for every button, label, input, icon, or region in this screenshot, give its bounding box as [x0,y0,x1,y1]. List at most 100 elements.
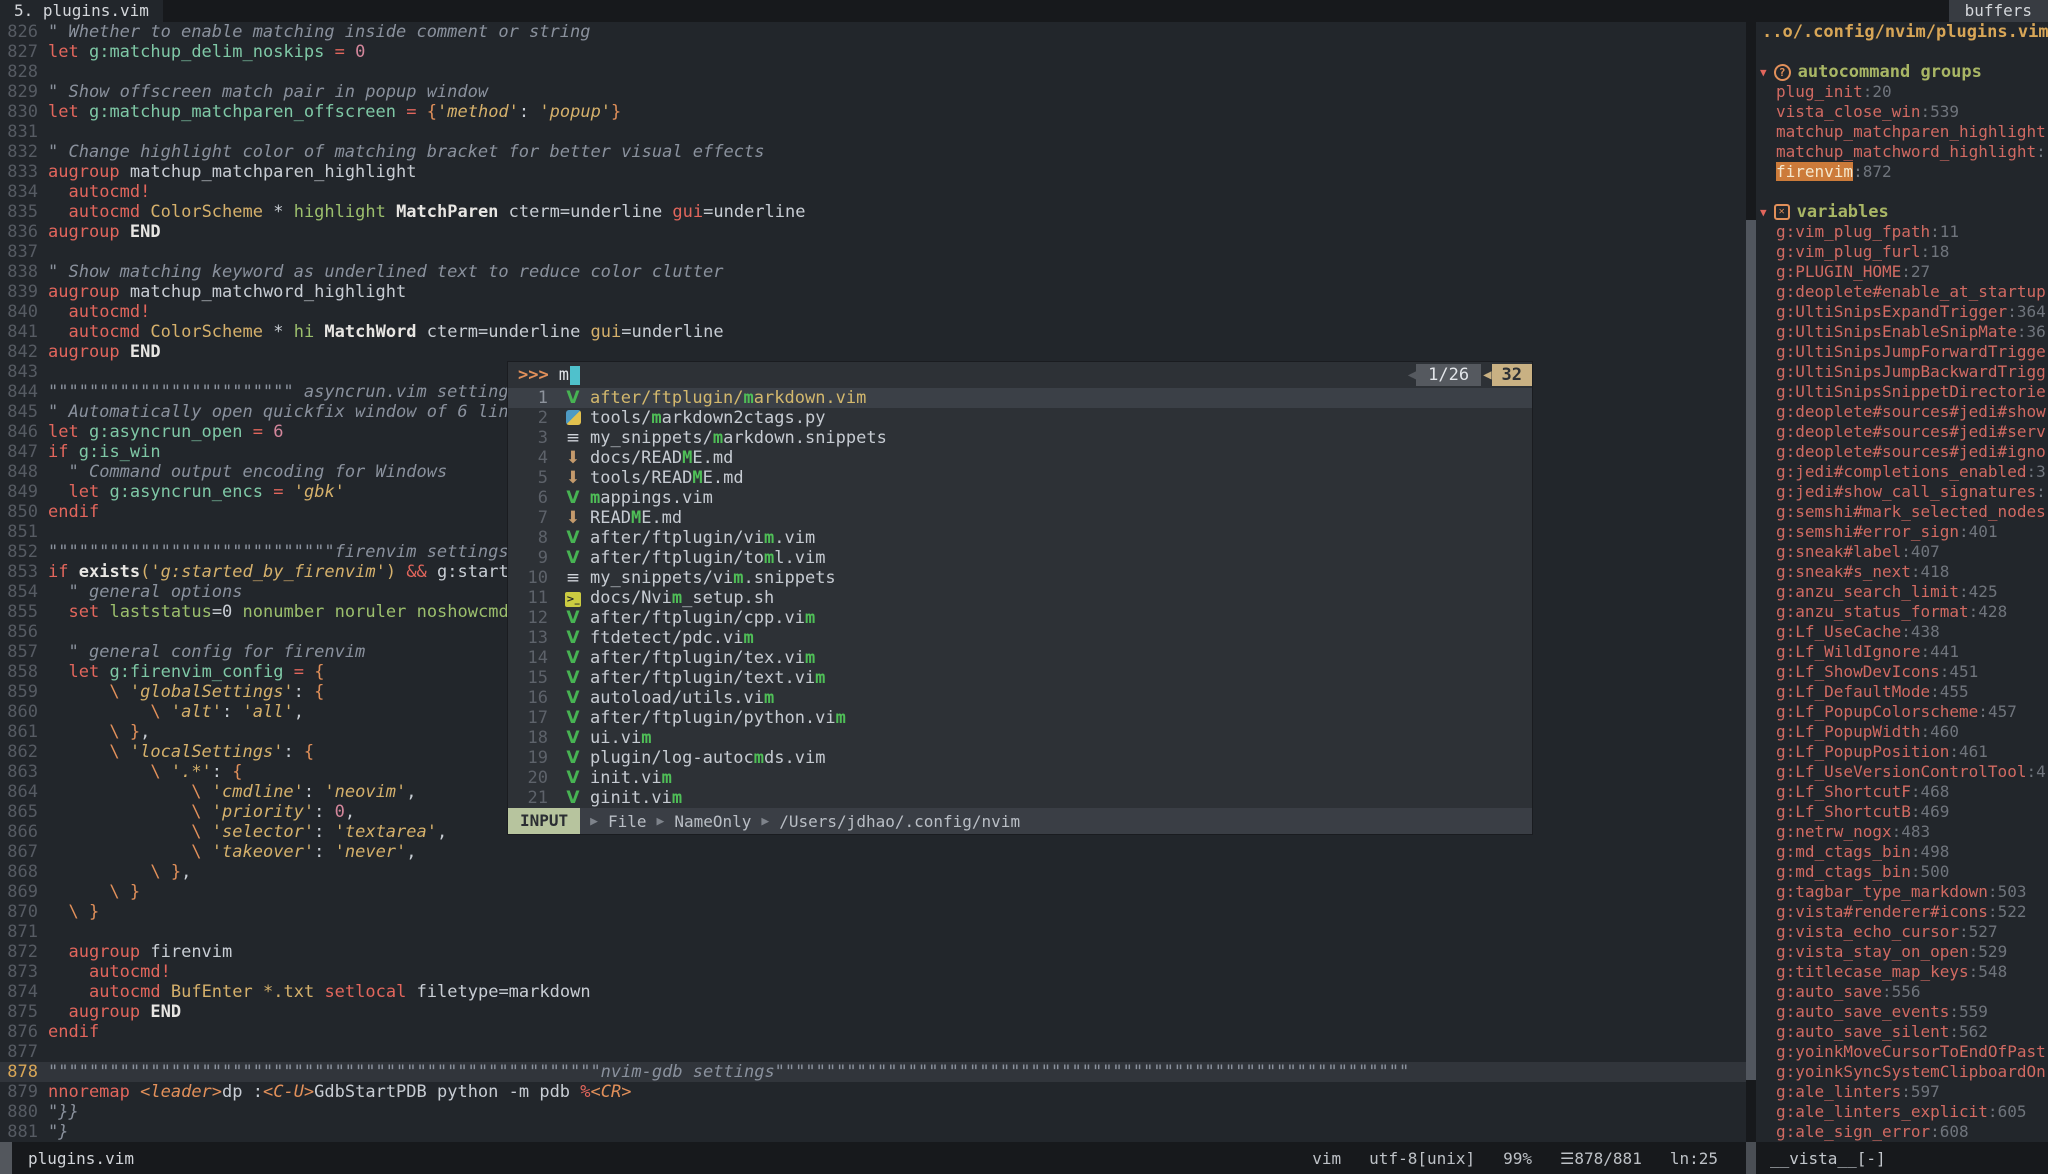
vista-tag-item[interactable]: g:auto_save_silent:562 [1756,1022,2048,1042]
code-line[interactable]: 835 autocmd ColorScheme * highlight Matc… [0,202,1746,222]
code-line[interactable]: 833augroup matchup_matchparen_highlight [0,162,1746,182]
vista-tag-item[interactable]: g:Lf_PopupColorscheme:457 [1756,702,2048,722]
code-line[interactable]: 842augroup END [0,342,1746,362]
vista-tag-item[interactable]: g:yoinkMoveCursorToEndOfPast: [1756,1042,2048,1062]
vista-tag-item[interactable]: g:UltiSnipsJumpBackwardTrigg: [1756,362,2048,382]
vista-tag-item[interactable]: g:ale_sign_error:608 [1756,1122,2048,1142]
vista-tag-item[interactable]: g:md_ctags_bin:498 [1756,842,2048,862]
code-line[interactable]: 869 \ } [0,882,1746,902]
file-result-row[interactable]: 15Vafter/ftplugin/text.vim [508,668,1532,688]
vista-tag-item[interactable]: g:semshi#error_sign:401 [1756,522,2048,542]
tab-plugins-vim[interactable]: 5. plugins.vim [0,0,163,22]
code-line[interactable]: 877 [0,1042,1746,1062]
vista-tag-item[interactable]: matchup_matchword_highlight: [1756,142,2048,162]
code-line[interactable]: 880"}} [0,1102,1746,1122]
autocommand-groups-header[interactable]: ▼ ? autocommand groups [1756,62,2048,82]
file-result-row[interactable]: 6Vmappings.vim [508,488,1532,508]
file-result-row[interactable]: 5⬇tools/README.md [508,468,1532,488]
vista-tag-item[interactable]: g:netrw_nogx:483 [1756,822,2048,842]
vista-tag-item[interactable]: g:sneak#label:407 [1756,542,2048,562]
code-line[interactable]: 879nnoremap <leader>dp :<C-U>GdbStartPDB… [0,1082,1746,1102]
code-line[interactable]: 827let g:matchup_delim_noskips = 0 [0,42,1746,62]
vista-tag-item[interactable]: matchup_matchparen_highlight: [1756,122,2048,142]
file-result-row[interactable]: 3≡my_snippets/markdown.snippets [508,428,1532,448]
code-line[interactable]: 881"} [0,1122,1746,1142]
vista-tag-item[interactable]: g:titlecase_map_keys:548 [1756,962,2048,982]
vista-tag-item[interactable]: g:auto_save_events:559 [1756,1002,2048,1022]
variables-header[interactable]: ▼ ✕ variables [1756,202,2048,222]
vista-tag-item[interactable]: g:Lf_DefaultMode:455 [1756,682,2048,702]
code-line[interactable]: 867 \ 'takeover': 'never', [0,842,1746,862]
vista-tag-item[interactable]: plug_init:20 [1756,82,2048,102]
fuzzy-input-row[interactable]: >>> m ◀ 1/26 ◀ 32 [508,362,1532,388]
code-line[interactable]: 875 augroup END [0,1002,1746,1022]
file-result-row[interactable]: 19Vplugin/log-autocmds.vim [508,748,1532,768]
file-result-row[interactable]: 4⬇docs/README.md [508,448,1532,468]
vista-tag-item[interactable]: g:sneak#s_next:418 [1756,562,2048,582]
vista-tag-item[interactable]: g:jedi#show_call_signatures: [1756,482,2048,502]
vista-tag-item[interactable]: g:yoinkSyncSystemClipboardOn: [1756,1062,2048,1082]
vista-tag-item[interactable]: g:Lf_UseCache:438 [1756,622,2048,642]
code-line[interactable]: 878"""""""""""""""""""""""""""""""""""""… [0,1062,1746,1082]
vista-tag-item[interactable]: g:Lf_WildIgnore:441 [1756,642,2048,662]
vista-tag-item[interactable]: g:tagbar_type_markdown:503 [1756,882,2048,902]
vista-tag-item[interactable]: g:deoplete#sources#jedi#show: [1756,402,2048,422]
file-result-row[interactable]: 9Vafter/ftplugin/toml.vim [508,548,1532,568]
file-result-row[interactable]: 18Vui.vim [508,728,1532,748]
code-line[interactable]: 832" Change highlight color of matching … [0,142,1746,162]
code-line[interactable]: 870 \ } [0,902,1746,922]
vista-tag-item[interactable]: g:Lf_ShortcutF:468 [1756,782,2048,802]
vista-tag-item[interactable]: g:vim_plug_fpath:11 [1756,222,2048,242]
code-line[interactable]: 831 [0,122,1746,142]
vista-tag-item[interactable]: g:deoplete#enable_at_startup: [1756,282,2048,302]
file-result-row[interactable]: 1Vafter/ftplugin/markdown.vim [508,388,1532,408]
file-result-row[interactable]: 8Vafter/ftplugin/vim.vim [508,528,1532,548]
file-result-row[interactable]: 13Vftdetect/pdc.vim [508,628,1532,648]
code-line[interactable]: 871 [0,922,1746,942]
file-result-row[interactable]: 10≡my_snippets/vim.snippets [508,568,1532,588]
code-line[interactable]: 836augroup END [0,222,1746,242]
code-line[interactable]: 838" Show matching keyword as underlined… [0,262,1746,282]
code-line[interactable]: 868 \ }, [0,862,1746,882]
code-line[interactable]: 834 autocmd! [0,182,1746,202]
buffers-label[interactable]: buffers [1949,0,2048,22]
code-line[interactable]: 839augroup matchup_matchword_highlight [0,282,1746,302]
code-line[interactable]: 826" Whether to enable matching inside c… [0,22,1746,42]
vista-tag-item[interactable]: g:deoplete#sources#jedi#serv: [1756,422,2048,442]
vista-tag-item[interactable]: g:deoplete#sources#jedi#igno: [1756,442,2048,462]
code-line[interactable]: 841 autocmd ColorScheme * hi MatchWord c… [0,322,1746,342]
code-line[interactable]: 829" Show offscreen match pair in popup … [0,82,1746,102]
vista-tag-item[interactable]: g:md_ctags_bin:500 [1756,862,2048,882]
code-line[interactable]: 830let g:matchup_matchparen_offscreen = … [0,102,1746,122]
window-separator[interactable] [1746,22,1756,1142]
code-line[interactable]: 837 [0,242,1746,262]
file-result-row[interactable]: 21Vginit.vim [508,788,1532,808]
vista-tag-item[interactable]: g:vista#renderer#icons:522 [1756,902,2048,922]
vista-tag-item[interactable]: g:semshi#mark_selected_nodes: [1756,502,2048,522]
vista-tag-item[interactable]: g:UltiSnipsExpandTrigger:364 [1756,302,2048,322]
code-line[interactable]: 874 autocmd BufEnter *.txt setlocal file… [0,982,1746,1002]
vista-tag-item[interactable]: vista_close_win:539 [1756,102,2048,122]
vista-tag-item[interactable]: g:Lf_PopupWidth:460 [1756,722,2048,742]
file-result-row[interactable]: 14Vafter/ftplugin/tex.vim [508,648,1532,668]
vista-tag-item[interactable]: g:Lf_ShowDevIcons:451 [1756,662,2048,682]
code-line[interactable]: 840 autocmd! [0,302,1746,322]
vista-tag-item[interactable]: g:vim_plug_furl:18 [1756,242,2048,262]
scrollbar-thumb[interactable] [1746,220,1756,1080]
vista-tag-item[interactable]: g:auto_save:556 [1756,982,2048,1002]
vista-tag-item[interactable]: g:ale_linters_explicit:605 [1756,1102,2048,1122]
vista-tag-item[interactable]: g:anzu_search_limit:425 [1756,582,2048,602]
vista-tag-item[interactable]: g:UltiSnipsEnableSnipMate:36 [1756,322,2048,342]
search-query[interactable]: m [559,365,569,385]
vista-tag-item[interactable]: g:Lf_PopupPosition:461 [1756,742,2048,762]
file-result-row[interactable]: 17Vafter/ftplugin/python.vim [508,708,1532,728]
file-result-row[interactable]: 20Vinit.vim [508,768,1532,788]
vista-tag-item[interactable]: g:jedi#completions_enabled:3 [1756,462,2048,482]
vista-tag-item[interactable]: g:vista_echo_cursor:527 [1756,922,2048,942]
vista-tag-item[interactable]: g:anzu_status_format:428 [1756,602,2048,622]
vista-tag-item[interactable]: g:vista_stay_on_open:529 [1756,942,2048,962]
code-line[interactable]: 873 autocmd! [0,962,1746,982]
vista-tag-item[interactable]: g:UltiSnipsJumpForwardTrigge: [1756,342,2048,362]
code-line[interactable]: 876endif [0,1022,1746,1042]
vista-tag-item[interactable]: g:ale_linters:597 [1756,1082,2048,1102]
